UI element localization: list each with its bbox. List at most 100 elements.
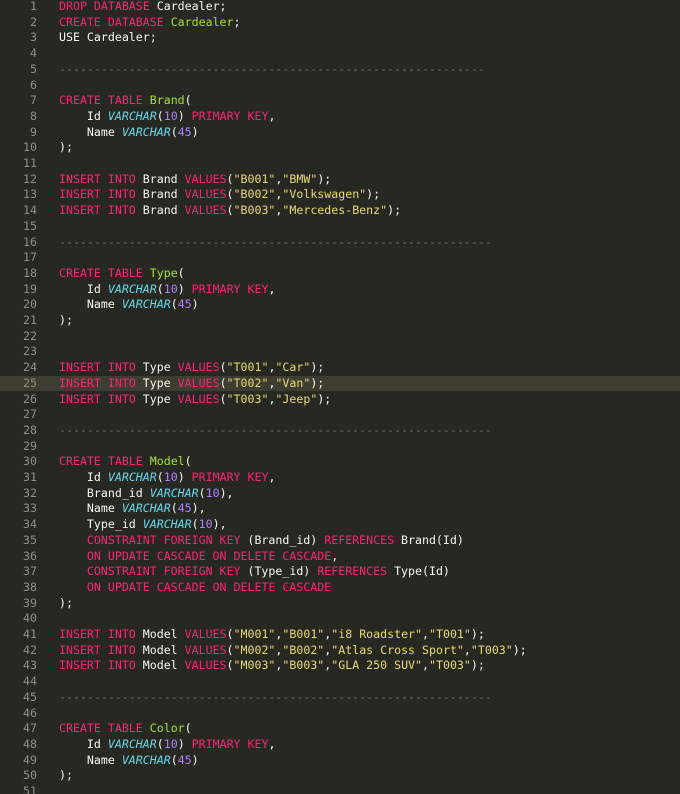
line-number: 36 <box>23 548 37 563</box>
code-text: INSERT INTO Brand VALUES("B001","BMW"); <box>59 172 331 188</box>
code-line[interactable]: 45 --------------------------------------… <box>0 690 680 706</box>
line-number: 4 <box>30 46 37 61</box>
code-line[interactable]: 12 INSERT INTO Brand VALUES("B001","BMW")… <box>0 172 680 188</box>
code-line[interactable]: 8 Id VARCHAR(10) PRIMARY KEY, <box>0 109 680 125</box>
code-line[interactable]: 28 --------------------------------------… <box>0 423 680 439</box>
code-line[interactable]: 19 Id VARCHAR(10) PRIMARY KEY, <box>0 282 680 298</box>
code-line[interactable]: 38 ON UPDATE CASCADE ON DELETE CASCADE <box>0 580 680 596</box>
code-line[interactable]: 2 CREATE DATABASE Cardealer; <box>0 15 680 31</box>
code-token: INSERT INTO <box>59 658 143 673</box>
line-number: 45 <box>23 689 37 704</box>
code-token: VARCHAR <box>121 501 171 516</box>
code-token: Brand <box>142 187 185 202</box>
code-text: Id VARCHAR(10) PRIMARY KEY, <box>59 736 276 753</box>
code-token: VARCHAR <box>121 124 171 139</box>
code-text: Id VARCHAR(10) PRIMARY KEY, <box>59 108 276 125</box>
code-line[interactable]: 47 CREATE TABLE Color( <box>0 721 680 737</box>
code-token: Cardealer; <box>156 0 227 13</box>
code-token: ); <box>59 768 73 783</box>
code-line[interactable]: 21); <box>0 313 680 329</box>
code-editor[interactable]: 1 DROP DATABASE Cardealer; 2 CREATE DATABAS… <box>0 0 680 794</box>
code-line[interactable]: 15 <box>0 219 680 235</box>
code-token: ( <box>170 297 178 312</box>
code-token: ); <box>317 171 332 186</box>
line-number: 1 <box>30 0 37 13</box>
code-line[interactable]: 29 <box>0 439 680 455</box>
code-line[interactable]: 25 INSERT INTO Type VALUES("T002","Van"); <box>0 375 680 392</box>
code-line[interactable]: 35 CONSTRAINT FOREIGN KEY (Brand_id) REF… <box>0 533 680 549</box>
code-line[interactable]: 22 <box>0 329 680 345</box>
code-token: INSERT INTO <box>59 360 143 375</box>
code-text: Brand_id VARCHAR(10), <box>59 486 234 502</box>
code-line[interactable]: 37 CONSTRAINT FOREIGN KEY (Type_id) REFE… <box>0 564 680 580</box>
code-token: ; <box>233 14 241 29</box>
code-line[interactable]: 34 Type_id VARCHAR(10), <box>0 517 680 533</box>
code-line[interactable]: 44 <box>0 674 680 690</box>
code-token: ) <box>177 108 192 123</box>
code-line[interactable]: 6 <box>0 78 680 94</box>
line-number: 21 <box>23 313 37 327</box>
code-line[interactable]: 42 INSERT INTO Model VALUES("M002", "B002"… <box>0 643 680 659</box>
code-line[interactable]: 49 Name VARCHAR(45) <box>0 753 680 769</box>
code-token: "B001" <box>233 171 276 186</box>
code-line[interactable]: 36 ON UPDATE CASCADE ON DELETE CASCADE, <box>0 549 680 565</box>
code-token: ); <box>317 391 332 406</box>
code-line[interactable]: 51 <box>0 784 680 794</box>
code-line[interactable]: 1 DROP DATABASE Cardealer; <box>0 0 680 15</box>
code-line[interactable]: 33 Name VARCHAR(45), <box>0 501 680 517</box>
code-token: 45 <box>177 297 192 312</box>
code-line[interactable]: 27 <box>0 407 680 423</box>
code-line[interactable]: 41 INSERT INTO Model VALUES("M001", "B001"… <box>0 627 680 643</box>
code-line[interactable]: 4 <box>0 46 680 62</box>
code-text: INSERT INTO Model VALUES("M001","B001","… <box>59 627 485 643</box>
code-line[interactable]: 20 Name VARCHAR(45) <box>0 297 680 313</box>
code-line[interactable]: 48 Id VARCHAR(10) PRIMARY KEY, <box>0 737 680 753</box>
code-line[interactable]: 14 INSERT INTO Brand VALUES("B003","Merce… <box>0 203 680 219</box>
code-token: ) <box>177 736 192 751</box>
code-token: "T003" <box>226 391 269 406</box>
code-token: "B001" <box>282 627 325 641</box>
code-line[interactable]: 39); <box>0 596 680 612</box>
code-token: ( <box>156 281 164 296</box>
line-number: 28 <box>23 422 37 437</box>
code-line[interactable]: 30 CREATE TABLE Model( <box>0 454 680 470</box>
code-token: , <box>268 470 276 484</box>
code-text: CREATE TABLE Model( <box>59 454 192 470</box>
code-text: ); <box>59 596 73 612</box>
code-line[interactable]: 50); <box>0 768 680 784</box>
line-number: 42 <box>23 642 37 657</box>
code-line[interactable]: 5 ---------------------------------------… <box>0 62 680 78</box>
code-line[interactable]: 32 Brand_id VARCHAR(10), <box>0 486 680 502</box>
code-line[interactable]: 46 <box>0 706 680 722</box>
code-line[interactable]: 18 CREATE TABLE Type( <box>0 266 680 282</box>
code-line[interactable]: 13 INSERT INTO Brand VALUES("B002","Volks… <box>0 187 680 203</box>
code-token: REFERENCES <box>324 532 402 547</box>
code-line[interactable]: 16 --------------------------------------… <box>0 235 680 251</box>
code-area[interactable]: 1 DROP DATABASE Cardealer; 2 CREATE DATABAS… <box>0 0 680 794</box>
code-token: Brand <box>142 171 185 186</box>
code-line[interactable]: 7 CREATE TABLE Brand( <box>0 93 680 109</box>
code-token: ); <box>59 140 73 155</box>
line-number: 31 <box>23 470 37 484</box>
code-line[interactable]: 17 <box>0 250 680 266</box>
code-line[interactable]: 10); <box>0 140 680 156</box>
line-number: 8 <box>30 108 37 123</box>
code-line[interactable]: 43 INSERT INTO Model VALUES("M003", "B003"… <box>0 658 680 674</box>
code-token: CREATE TABLE <box>59 265 150 280</box>
line-number: 18 <box>23 265 37 280</box>
code-line[interactable]: 11 <box>0 156 680 172</box>
code-token: VARCHAR <box>121 297 171 312</box>
code-line[interactable]: 40 <box>0 611 680 627</box>
code-line[interactable]: 24 INSERT INTO Type VALUES("T001","Car"); <box>0 360 680 376</box>
code-text: ----------------------------------------… <box>59 62 485 78</box>
code-token: ( <box>219 391 227 406</box>
code-line[interactable]: 3 USE Cardealer; <box>0 30 680 46</box>
line-number: 13 <box>23 187 37 202</box>
code-line[interactable]: 23 <box>0 344 680 360</box>
code-line[interactable]: 26 INSERT INTO Type VALUES("T003","Jeep")… <box>0 392 680 408</box>
code-token: "T003" <box>429 658 471 673</box>
code-token: Name <box>59 752 122 767</box>
code-line[interactable]: 31 Id VARCHAR(10) PRIMARY KEY, <box>0 470 680 486</box>
code-token: ( <box>156 470 164 484</box>
code-line[interactable]: 9 Name VARCHAR(45) <box>0 125 680 141</box>
